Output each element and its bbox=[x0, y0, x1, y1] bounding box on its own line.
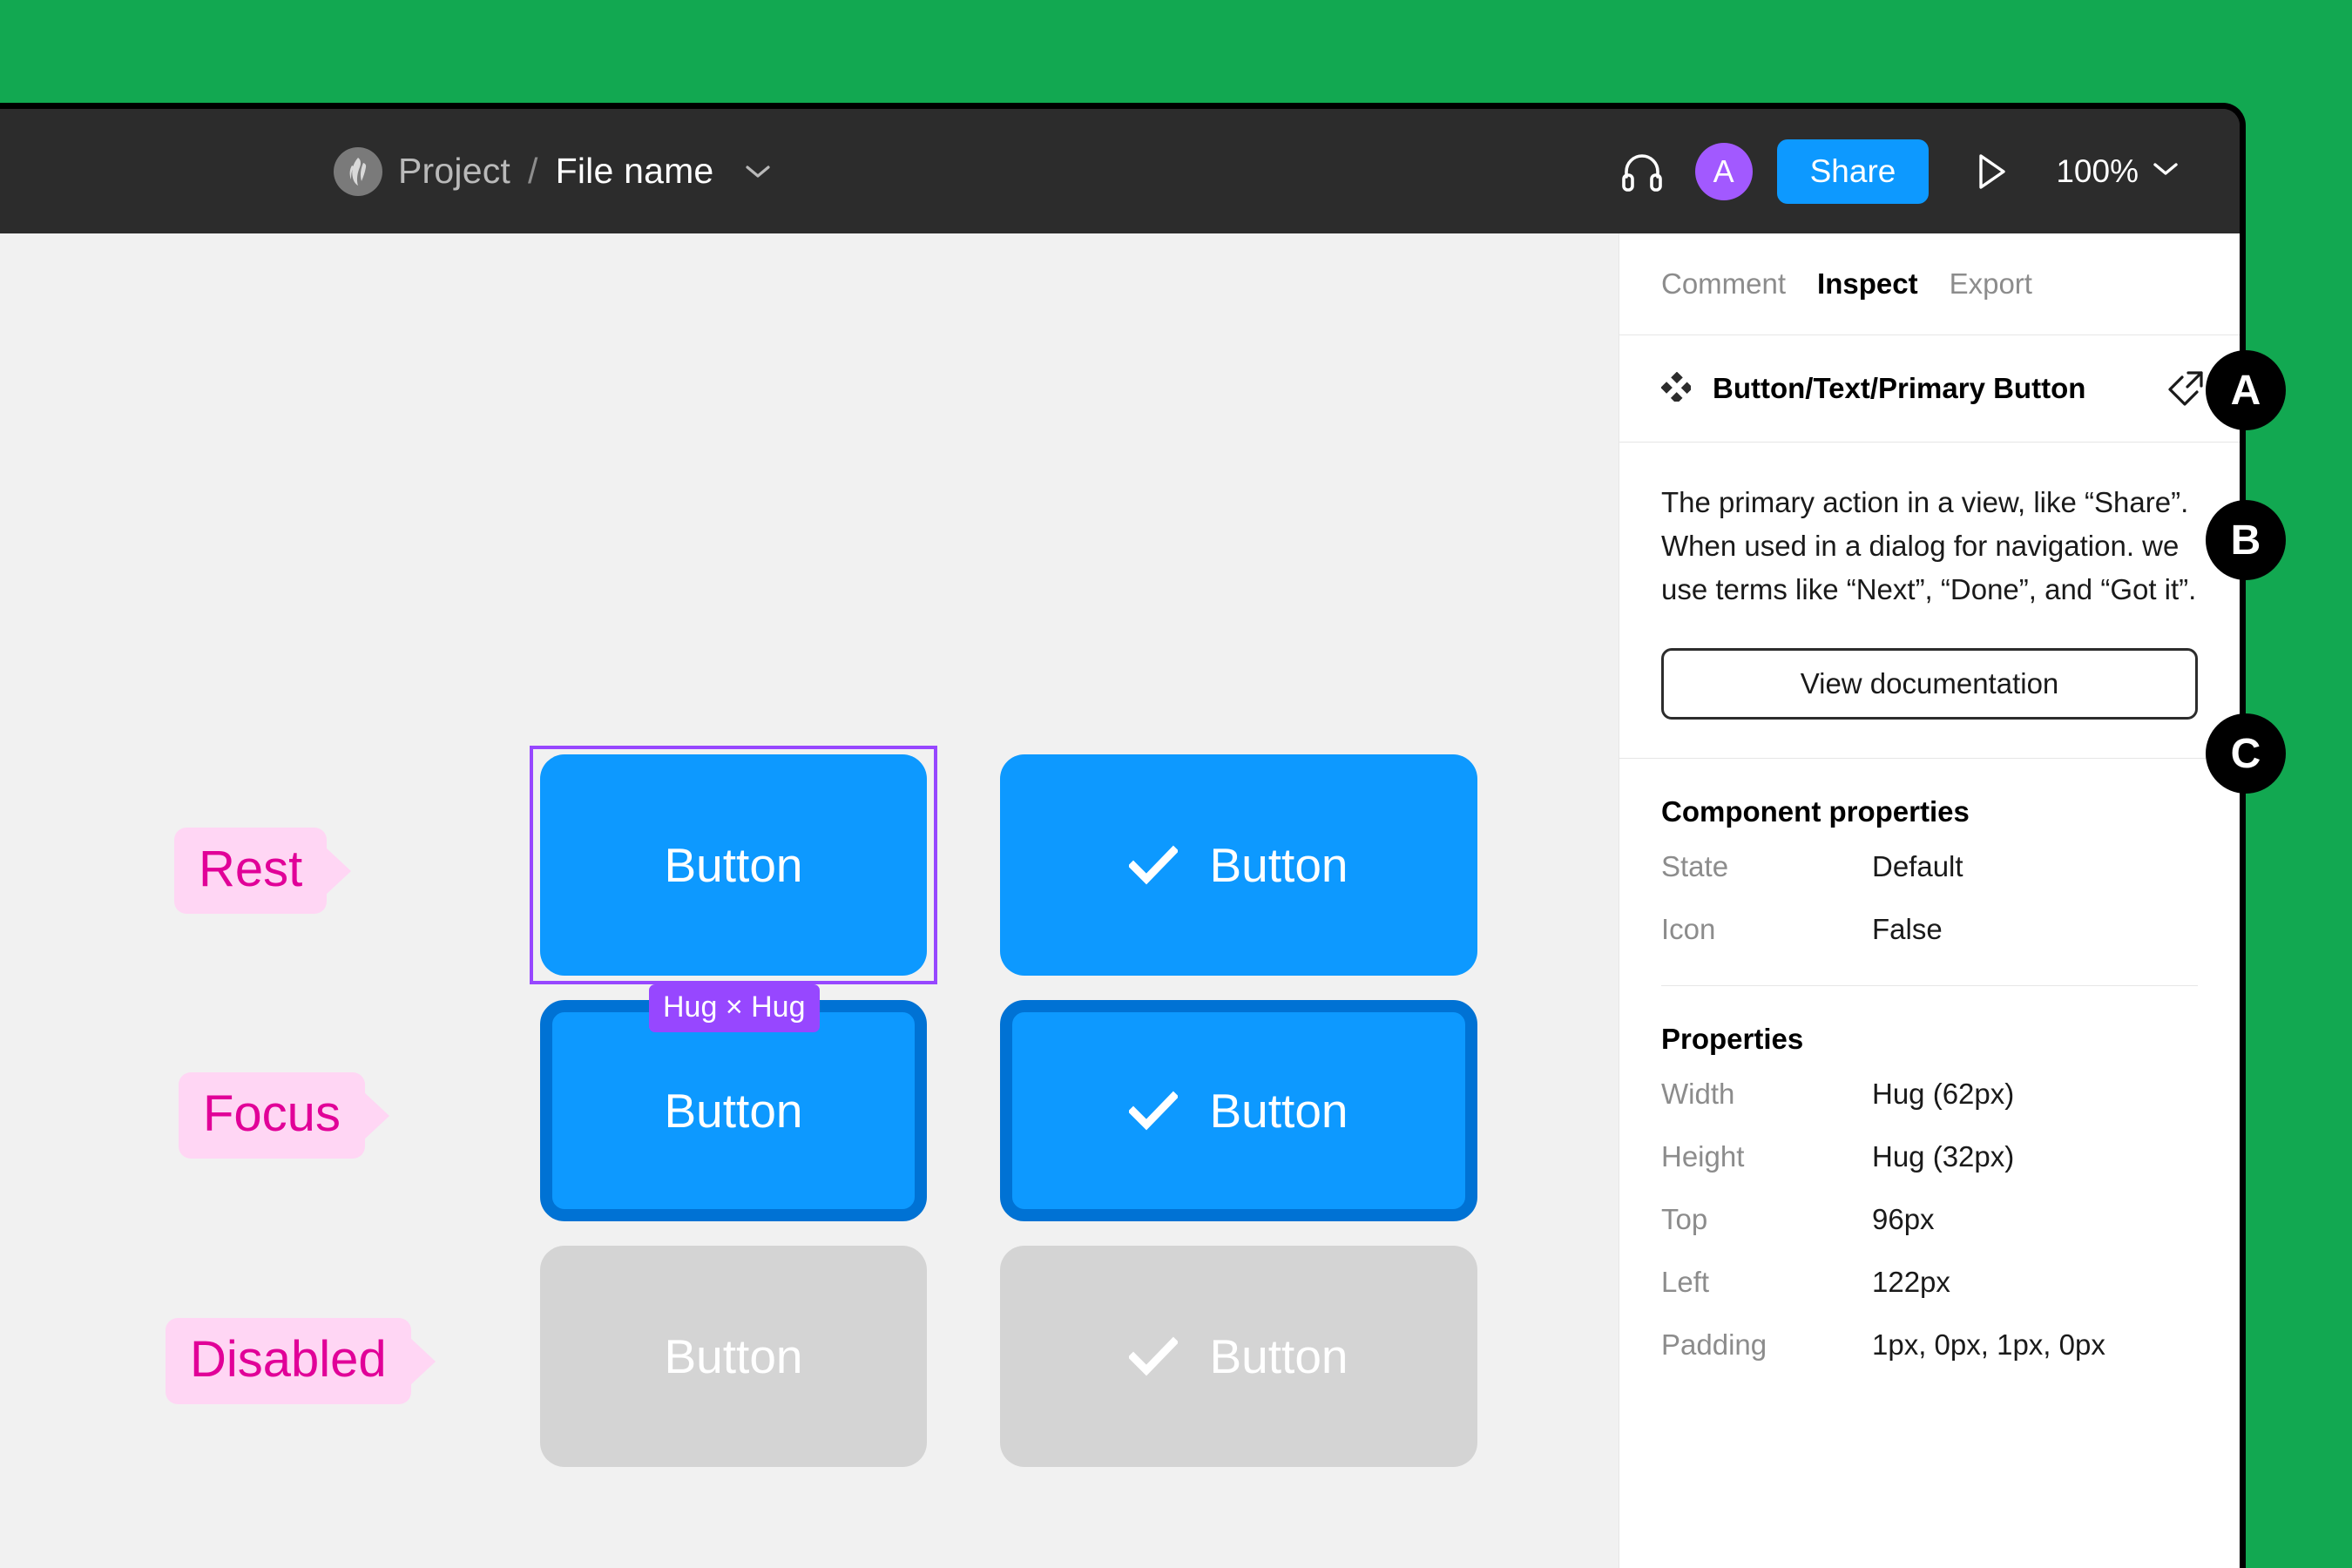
component-properties-section: Component properties State Default Icon … bbox=[1619, 759, 2240, 961]
canvas-button-disabled-icon[interactable]: Button bbox=[1000, 1246, 1477, 1467]
button-label: Button bbox=[664, 1084, 803, 1138]
component-properties-title: Component properties bbox=[1661, 795, 1970, 828]
button-label: Button bbox=[1209, 1329, 1348, 1383]
button-label: Button bbox=[664, 838, 803, 892]
go-to-main-component-icon[interactable] bbox=[2166, 369, 2205, 408]
property-value[interactable]: 1px, 0px, 1px, 0px bbox=[1872, 1328, 2105, 1362]
property-value[interactable]: Hug (32px) bbox=[1872, 1140, 2014, 1173]
file-breadcrumb-group: Project / File name bbox=[334, 146, 771, 196]
view-documentation-button[interactable]: View documentation bbox=[1661, 648, 2198, 720]
avatar[interactable]: A bbox=[1694, 142, 1753, 200]
chevron-down-icon[interactable] bbox=[2153, 161, 2179, 181]
state-label-rest: Rest bbox=[174, 828, 328, 914]
property-value[interactable]: Hug (62px) bbox=[1872, 1078, 2014, 1111]
canvas-button-focus-plain[interactable]: Button bbox=[540, 1000, 927, 1221]
breadcrumb-project[interactable]: Project bbox=[398, 151, 510, 192]
zoom-control[interactable]: 100% bbox=[2056, 153, 2179, 190]
check-icon bbox=[1129, 1091, 1179, 1131]
property-row-left: Left 122px bbox=[1661, 1251, 2198, 1314]
panel-tabs: Comment Inspect Export bbox=[1619, 233, 2240, 335]
property-row-icon: Icon False bbox=[1661, 898, 2198, 961]
headset-icon[interactable] bbox=[1610, 139, 1674, 204]
component-diamond-icon bbox=[1660, 371, 1693, 406]
property-key: Top bbox=[1661, 1203, 1708, 1236]
avatar-initial: A bbox=[1713, 152, 1734, 189]
tab-export[interactable]: Export bbox=[1950, 267, 2032, 301]
component-header-row: Button/Text/Primary Button bbox=[1619, 335, 2240, 443]
property-key: Height bbox=[1661, 1140, 1745, 1173]
property-row-top: Top 96px bbox=[1661, 1188, 2198, 1251]
property-value[interactable]: Default bbox=[1872, 850, 1963, 883]
app-window: Project / File name A Share 100% Rest Fo… bbox=[0, 103, 2246, 1568]
check-icon bbox=[1129, 1336, 1179, 1376]
property-row-height: Height Hug (32px) bbox=[1661, 1125, 2198, 1188]
callout-badge-a: A bbox=[2206, 350, 2286, 430]
property-row-state: State Default bbox=[1661, 835, 2198, 898]
property-value[interactable]: 96px bbox=[1872, 1203, 1935, 1236]
zoom-level-label: 100% bbox=[2056, 152, 2139, 189]
top-toolbar: Project / File name A Share 100% bbox=[0, 109, 2240, 233]
design-canvas[interactable]: Rest Focus Disabled Button Button Button bbox=[0, 233, 1619, 1568]
property-key: State bbox=[1661, 850, 1729, 883]
work-area: Rest Focus Disabled Button Button Button bbox=[0, 233, 2240, 1568]
canvas-button-rest-plain[interactable]: Button bbox=[540, 754, 927, 976]
canvas-button-disabled-plain[interactable]: Button bbox=[540, 1246, 927, 1467]
app-logo-icon[interactable] bbox=[334, 146, 382, 196]
breadcrumb-separator: / bbox=[528, 151, 538, 191]
property-value[interactable]: 122px bbox=[1872, 1266, 1950, 1299]
chevron-down-icon[interactable] bbox=[745, 164, 771, 179]
canvas-button-rest-icon[interactable]: Button bbox=[1000, 754, 1477, 976]
button-label: Button bbox=[1209, 838, 1348, 892]
property-key: Padding bbox=[1661, 1328, 1767, 1362]
toolbar-actions: A Share 100% bbox=[1610, 139, 2240, 204]
canvas-button-focus-icon[interactable]: Button bbox=[1000, 1000, 1477, 1221]
properties-title: Properties bbox=[1661, 1023, 1804, 1056]
properties-section: Properties Width Hug (62px) Height Hug (… bbox=[1619, 986, 2240, 1376]
property-row-padding: Padding 1px, 0px, 1px, 0px bbox=[1661, 1314, 2198, 1376]
callout-badge-c: C bbox=[2206, 713, 2286, 794]
description-block: The primary action in a view, like “Shar… bbox=[1619, 443, 2240, 720]
component-name: Button/Text/Primary Button bbox=[1713, 372, 2086, 404]
inspect-panel: Comment Inspect Export Button/Text/Prima… bbox=[1619, 233, 2240, 1568]
property-key: Left bbox=[1661, 1266, 1710, 1299]
state-label-disabled: Disabled bbox=[166, 1318, 411, 1404]
button-label: Button bbox=[1209, 1084, 1348, 1138]
size-badge: Hug × Hug bbox=[649, 984, 820, 1032]
check-icon bbox=[1129, 845, 1179, 885]
breadcrumb-file-name[interactable]: File name bbox=[556, 151, 714, 192]
property-key: Width bbox=[1661, 1078, 1735, 1111]
state-label-focus: Focus bbox=[179, 1072, 365, 1159]
component-description: The primary action in a view, like “Shar… bbox=[1661, 486, 2197, 606]
property-row-width: Width Hug (62px) bbox=[1661, 1063, 2198, 1125]
play-icon[interactable] bbox=[1957, 139, 2026, 204]
property-key: Icon bbox=[1661, 913, 1716, 946]
property-value[interactable]: False bbox=[1872, 913, 1943, 946]
share-button[interactable]: Share bbox=[1776, 139, 1930, 204]
button-label: Button bbox=[664, 1329, 803, 1383]
callout-badge-b: B bbox=[2206, 500, 2286, 580]
tab-comment[interactable]: Comment bbox=[1661, 267, 1786, 301]
tab-inspect[interactable]: Inspect bbox=[1817, 267, 1918, 301]
